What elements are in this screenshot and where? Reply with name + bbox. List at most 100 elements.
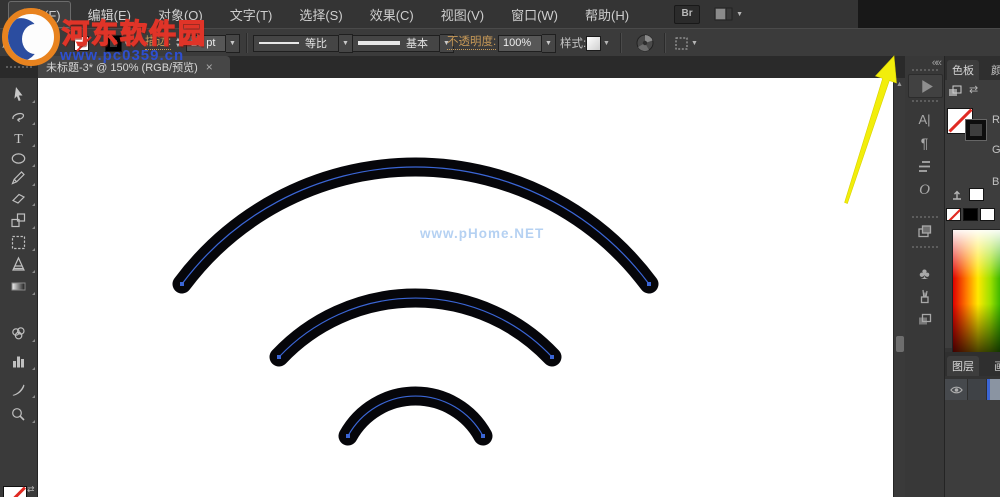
menu-item-5[interactable]: 选择(S) [289,1,352,28]
brushes-panel-icon[interactable] [905,286,944,306]
gradient-tool[interactable] [0,276,37,296]
workspace-layout-icon [714,7,733,20]
anchor-point[interactable] [180,282,184,286]
pencil-tool[interactable] [0,167,37,187]
graphic-style-swatch[interactable]: ▼ [586,29,610,57]
recolor-artwork-button[interactable] [636,29,654,57]
color-panel-body: ⇄ R G B [945,80,1000,373]
perspective-grid-tool[interactable] [0,254,37,274]
black-color-button[interactable] [963,208,978,221]
site-watermark-name: 河东软件园 [61,18,207,49]
color-panel-header: 色板 颜 [945,56,1000,80]
chevron-down-icon[interactable]: ▼ [542,33,556,53]
layers-panel-body [945,379,1000,497]
paragraph-styles-icon[interactable] [905,156,944,176]
menu-item-4[interactable]: 文字(T) [220,1,283,28]
brush-definition-select[interactable]: 基本 ▼ [352,29,454,57]
opentype-panel-icon[interactable]: O [905,180,944,200]
panel-drag-handle[interactable] [912,246,938,248]
tab-layers[interactable]: 图层 [947,356,979,376]
workspace-switcher-button[interactable]: ▼ [714,7,743,22]
symbol-sprayer-tool[interactable] [0,323,37,343]
opacity-field[interactable]: 100% ▼ [498,29,556,57]
graphic-styles-icon[interactable] [905,309,944,329]
character-panel-icon[interactable]: A| [905,109,944,129]
menu-item-7[interactable]: 视图(V) [431,1,494,28]
chevron-down-icon: ▼ [691,39,698,47]
panel-drag-handle[interactable] [912,69,938,71]
chevron-down-icon[interactable]: ▼ [226,33,240,53]
canvas-watermark-text: www.pHome.NET [420,226,545,241]
variable-width-profile-select[interactable]: 等比 ▼ [253,29,353,57]
align-options-button[interactable]: ▼ [674,29,698,57]
free-transform-tool[interactable] [0,232,37,252]
collapse-panels-icon[interactable]: «« [932,57,942,69]
anchor-point[interactable] [346,434,350,438]
channel-label-b: B [992,176,1000,188]
swatch-kinds-icon[interactable] [948,85,964,99]
chevron-down-icon[interactable]: ▼ [339,33,353,53]
anchor-point[interactable] [550,355,554,359]
tab-artboards[interactable]: 画 [989,356,1000,376]
play-symbol-icon[interactable] [908,74,943,98]
site-watermark-url: www.pc0359.cn [60,47,185,64]
layer-lock-cell[interactable] [968,379,987,400]
menu-item-8[interactable]: 窗口(W) [501,1,568,28]
zoom-tool[interactable] [0,404,37,424]
scale-tool[interactable] [0,210,37,230]
none-color-button[interactable] [946,208,961,221]
wifi-arc-2[interactable] [269,288,562,367]
panel-drag-handle[interactable] [912,100,938,102]
svg-text:T: T [14,132,23,147]
selection-tool[interactable] [0,84,37,104]
vertical-scrollbar[interactable]: ▲ [893,78,905,497]
eraser-tool[interactable] [0,187,37,207]
appearance-panel-icon[interactable] [905,221,944,241]
paragraph-panel-icon[interactable]: ¶ [905,133,944,153]
close-tab-icon[interactable]: × [206,60,213,74]
panel-drag-handle[interactable] [912,216,938,218]
white-color-button[interactable] [969,188,984,201]
opacity-label[interactable]: 不透明度: [447,29,497,57]
ellipse-tool[interactable] [0,148,37,168]
divider [664,33,666,53]
wifi-artwork[interactable] [38,78,893,497]
type-tool[interactable]: T [0,128,37,148]
symbols-panel-icon[interactable]: ♣ [905,265,944,285]
layers-panel-header: 图层 画 [945,352,1000,376]
swap-fill-stroke-icon[interactable]: ⇄ [969,83,978,96]
fill-stroke-proxy: ⇄◕◔▭ [0,482,38,497]
scroll-up-icon[interactable]: ▲ [894,81,905,88]
bridge-button[interactable]: Br [674,4,701,24]
fill-proxy-none[interactable] [3,486,27,497]
eye-icon [949,386,963,393]
artboard-canvas[interactable]: www.pHome.NET [38,78,893,497]
style-label: 样式: [560,38,587,50]
menu-item-6[interactable]: 效果(C) [360,1,424,28]
graph-tool[interactable] [0,351,37,371]
layer-thumbnail-cell[interactable] [990,379,1000,400]
knife-tool[interactable] [0,379,37,399]
color-panel: 色板 颜 ⇄ R G B [945,56,1000,373]
tab-swatches[interactable]: 色板 [947,60,979,80]
white-swatch-button[interactable] [980,208,995,221]
layer-row[interactable] [945,379,1000,400]
stroke-proxy-black[interactable] [965,119,987,141]
menu-item-9[interactable]: 帮助(H) [575,1,639,28]
last-color-icon[interactable] [950,188,964,202]
wifi-arc-1[interactable] [172,157,659,294]
anchor-point[interactable] [277,355,281,359]
lasso-tool[interactable] [0,106,37,126]
width-profile-line-icon [259,42,299,44]
anchor-point[interactable] [647,282,651,286]
anchor-point[interactable] [481,434,485,438]
swap-fill-stroke-icon[interactable]: ⇄ [27,484,35,495]
layer-visibility-toggle[interactable] [945,379,968,400]
wifi-arc-3[interactable] [338,386,493,446]
tools-panel: T ⇄◕◔▭ [0,78,38,497]
tab-color[interactable]: 颜 [986,60,1000,80]
scrollbar-thumb[interactable] [896,336,904,352]
panel-icon-strip: «« A| ¶ O ♣ [905,56,945,497]
expanded-panels: 色板 颜 ⇄ R G B 图层 画 [945,56,1000,497]
toolbar-drag-handle[interactable] [6,66,32,68]
